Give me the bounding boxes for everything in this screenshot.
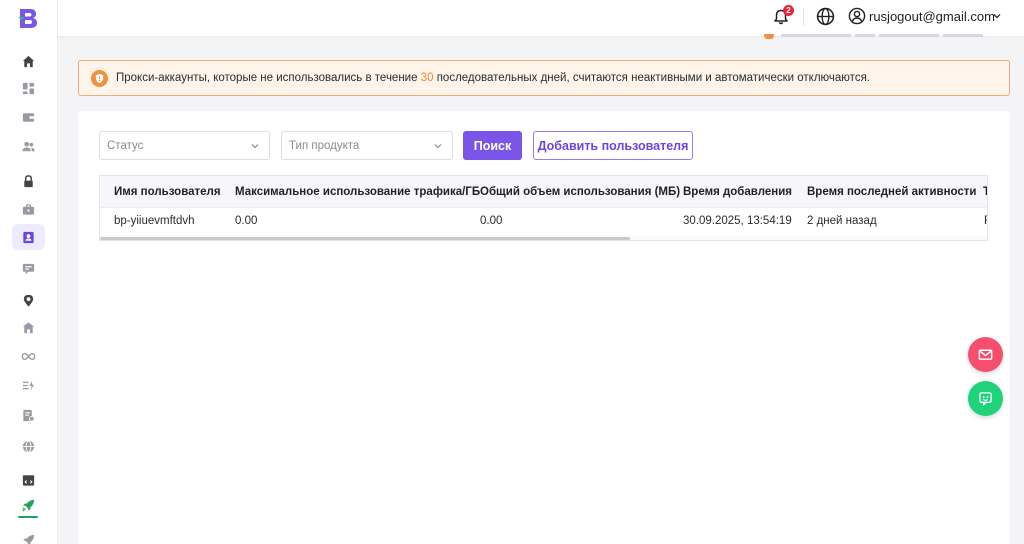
mail-button[interactable] — [968, 337, 1003, 372]
table-header: Имя пользователя Максимальное использова… — [100, 176, 987, 208]
building-icon — [22, 321, 35, 333]
message-icon — [22, 263, 35, 274]
inactivity-warning-banner: Прокси-аккаунты, которые не использовали… — [78, 60, 1010, 96]
globe-icon — [22, 439, 35, 453]
chevron-down-icon — [434, 144, 442, 149]
banner-message: Прокси-аккаунты, которые не использовали… — [116, 72, 870, 84]
chat-bot-icon — [979, 392, 992, 407]
sidebar-item-briefcase[interactable] — [12, 196, 45, 222]
horizontal-scrollbar-thumb[interactable] — [100, 237, 630, 240]
sidebar-item-lock[interactable] — [12, 168, 45, 194]
sidebar-item-quick-start[interactable] — [12, 492, 45, 518]
code-icon — [22, 474, 35, 486]
users-icon — [22, 141, 35, 151]
briefcase-icon — [22, 203, 35, 215]
status-select-placeholder: Статус — [107, 139, 144, 152]
chevron-down-icon[interactable] — [992, 11, 1002, 21]
sidebar-item-dashboard[interactable] — [12, 75, 45, 101]
cell-max-traffic: 0.00 — [235, 215, 258, 227]
sidebar-item-wallet[interactable] — [12, 104, 45, 130]
sidebar-item-location[interactable] — [12, 287, 45, 313]
sidebar-item-proxy-users[interactable] — [12, 224, 45, 250]
topbar-divider — [803, 8, 804, 26]
wallet-icon — [22, 112, 35, 122]
sidebar-item-global[interactable] — [12, 433, 45, 459]
sidebar-item-home[interactable] — [12, 48, 45, 74]
rocket-outline-icon — [23, 534, 35, 544]
column-header-total-usage[interactable]: Общий объем использования (МБ) — [480, 186, 680, 198]
product-type-placeholder: Тип продукта — [289, 139, 360, 152]
sidebar-item-residential[interactable] — [12, 314, 45, 340]
sidebar-item-fast[interactable] — [12, 372, 45, 398]
sidebar-item-messages[interactable] — [12, 255, 45, 281]
add-user-button[interactable]: Добавить пользователя — [533, 131, 693, 160]
home-icon — [22, 55, 35, 67]
sidebar-item-api[interactable] — [12, 467, 45, 493]
sidebar-item-documents[interactable] — [12, 402, 45, 428]
user-email[interactable]: rusjogout@gmail.com — [869, 9, 995, 24]
contact-card-icon — [23, 231, 34, 243]
cell-added-time: 30.09.2025, 13:54:19 — [683, 215, 792, 227]
chevron-down-icon — [251, 144, 259, 149]
users-table: Имя пользователя Максимальное использова… — [99, 175, 988, 241]
shield-warning-icon — [91, 69, 108, 87]
user-avatar-icon[interactable] — [848, 7, 866, 25]
sidebar-item-unlimited[interactable] — [12, 343, 45, 369]
cut-off-notice — [755, 31, 995, 39]
rocket-icon — [22, 499, 35, 512]
column-header-last-active[interactable]: Время последней активности — [807, 186, 977, 198]
column-header-username[interactable]: Имя пользователя — [114, 186, 221, 198]
cell-cut: F — [984, 215, 987, 227]
column-header-max-traffic[interactable]: Максимальное использование трафика/ГБ — [235, 186, 480, 198]
support-chat-button[interactable] — [968, 381, 1003, 416]
lock-icon — [24, 174, 33, 187]
sidebar-item-users[interactable] — [12, 133, 45, 159]
cell-total-usage: 0.00 — [480, 215, 503, 227]
active-underline — [18, 516, 38, 518]
users-panel: Статус Тип продукта Поиск Добавить польз… — [78, 111, 1010, 544]
status-select[interactable]: Статус — [99, 131, 270, 160]
sidebar-item-launch[interactable] — [12, 527, 45, 544]
cell-last-active: 2 дней назад — [807, 215, 877, 227]
column-header-cut: Т — [983, 186, 987, 198]
language-globe-icon[interactable] — [816, 7, 835, 26]
product-type-select[interactable]: Тип продукта — [281, 131, 453, 160]
notification-badge: 2 — [783, 5, 794, 16]
cell-username: bp-yiiuevmftdvh — [114, 215, 195, 227]
location-pin-icon — [23, 294, 34, 307]
search-button[interactable]: Поиск — [463, 131, 522, 160]
column-header-added-time[interactable]: Время добавления — [683, 186, 792, 198]
document-settings-icon — [23, 409, 35, 422]
lightning-list-icon — [22, 379, 35, 391]
dashboard-icon — [22, 82, 35, 94]
sidebar — [0, 0, 58, 544]
brand-logo[interactable] — [16, 6, 40, 30]
mail-icon — [978, 349, 993, 360]
infinity-icon — [21, 352, 36, 360]
